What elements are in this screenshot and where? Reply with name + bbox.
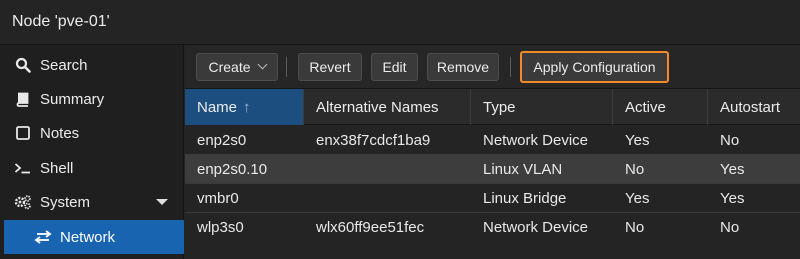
network-panel: Create Revert Edit Remove Apply Configur… bbox=[185, 45, 800, 259]
terminal-icon bbox=[12, 160, 34, 176]
column-header-label: Autostart bbox=[720, 98, 781, 116]
cell-alternative-names bbox=[304, 184, 316, 213]
apply-configuration-label: Apply Configuration bbox=[533, 59, 656, 75]
cell-alternative-names: enx38f7cdcf1ba9 bbox=[316, 132, 431, 149]
table-row[interactable]: enp2s0.10 Linux VLAN No Yes bbox=[185, 155, 800, 184]
cell-type: Linux Bridge bbox=[483, 190, 567, 207]
cell-autostart: No bbox=[720, 219, 740, 236]
column-header-alternative-names[interactable]: Alternative Names bbox=[304, 89, 471, 125]
toolbar-separator bbox=[286, 57, 287, 77]
sidebar-item-label: System bbox=[40, 193, 91, 211]
sidebar: Search Summary Notes Shell System Networ… bbox=[0, 45, 184, 259]
create-button-label: Create bbox=[208, 59, 251, 75]
cell-name: enp2s0.10 bbox=[197, 161, 268, 178]
sidebar-item-label: Network bbox=[60, 228, 116, 246]
sidebar-item-summary[interactable]: Summary bbox=[0, 82, 184, 116]
column-header-autostart[interactable]: Autostart bbox=[708, 89, 800, 125]
column-header-label: Name bbox=[197, 98, 238, 116]
cell-type: Network Device bbox=[483, 219, 589, 236]
cell-name: wlp3s0 bbox=[197, 219, 244, 236]
toolbar-separator bbox=[510, 57, 511, 77]
search-icon bbox=[12, 57, 34, 73]
cell-name: enp2s0 bbox=[197, 132, 247, 149]
column-header-label: Active bbox=[625, 98, 666, 116]
sidebar-item-label: Search bbox=[40, 56, 88, 74]
sidebar-item-shell[interactable]: Shell bbox=[0, 151, 184, 185]
chevron-down-icon[interactable] bbox=[156, 199, 168, 205]
table-row[interactable]: wlp3s0 wlx60ff9ee51fec Network Device No… bbox=[185, 213, 800, 242]
cell-autostart: No bbox=[720, 132, 740, 149]
remove-button[interactable]: Remove bbox=[427, 53, 499, 81]
cell-active: Yes bbox=[625, 132, 650, 149]
apply-configuration-button[interactable]: Apply Configuration bbox=[520, 51, 669, 83]
edit-button[interactable]: Edit bbox=[371, 53, 418, 81]
column-header-type[interactable]: Type bbox=[471, 89, 613, 125]
sidebar-item-notes[interactable]: Notes bbox=[0, 116, 184, 150]
node-title-bar: Node 'pve-01' bbox=[0, 0, 800, 45]
cell-alternative-names bbox=[304, 155, 316, 184]
column-header-label: Alternative Names bbox=[316, 98, 439, 116]
note-icon bbox=[12, 125, 34, 141]
remove-button-label: Remove bbox=[436, 59, 490, 75]
cell-type: Linux VLAN bbox=[483, 161, 563, 178]
grid-header: Name ↑ Alternative Names Type Active Aut… bbox=[185, 89, 800, 125]
table-row[interactable]: enp2s0 enx38f7cdcf1ba9 Network Device Ye… bbox=[185, 126, 800, 155]
sidebar-item-label: Summary bbox=[40, 90, 105, 108]
gears-icon bbox=[12, 194, 34, 210]
toolbar: Create Revert Edit Remove Apply Configur… bbox=[185, 45, 800, 89]
edit-button-label: Edit bbox=[382, 59, 407, 75]
sidebar-item-label: Notes bbox=[40, 124, 80, 142]
cell-name: vmbr0 bbox=[197, 190, 239, 207]
cell-alternative-names: wlx60ff9ee51fec bbox=[316, 219, 425, 236]
cell-active: No bbox=[625, 219, 645, 236]
create-button[interactable]: Create bbox=[196, 53, 278, 81]
revert-button-label: Revert bbox=[309, 59, 351, 75]
revert-button[interactable]: Revert bbox=[298, 53, 362, 81]
sidebar-item-label: Shell bbox=[40, 159, 74, 177]
sidebar-item-search[interactable]: Search bbox=[0, 48, 184, 82]
cell-autostart: Yes bbox=[720, 161, 745, 178]
book-icon bbox=[12, 91, 34, 107]
cell-active: Yes bbox=[625, 190, 650, 207]
cell-autostart: Yes bbox=[720, 190, 745, 207]
sort-ascending-icon: ↑ bbox=[243, 98, 251, 116]
cell-type: Network Device bbox=[483, 132, 589, 149]
window-title: Node 'pve-01' bbox=[12, 13, 110, 30]
exchange-icon bbox=[32, 230, 54, 244]
sidebar-item-network[interactable]: Network bbox=[4, 220, 184, 254]
chevron-down-icon bbox=[257, 59, 267, 69]
cell-active: No bbox=[625, 161, 645, 178]
column-header-name[interactable]: Name ↑ bbox=[185, 89, 304, 125]
column-header-active[interactable]: Active bbox=[613, 89, 708, 125]
column-header-label: Type bbox=[483, 98, 516, 116]
table-row[interactable]: vmbr0 Linux Bridge Yes Yes bbox=[185, 184, 800, 213]
sidebar-item-system[interactable]: System bbox=[0, 185, 184, 219]
